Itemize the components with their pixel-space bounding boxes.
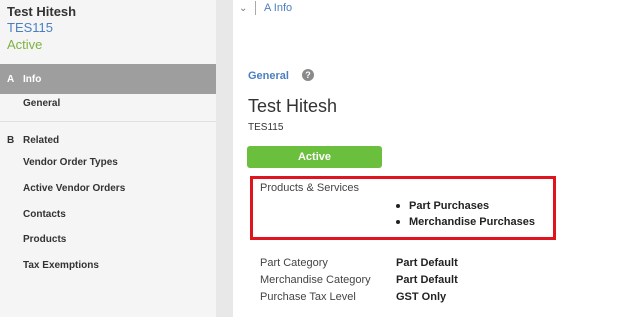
field-label-merchandise-category: Merchandise Category xyxy=(260,274,371,286)
status-button[interactable]: Active xyxy=(247,146,382,168)
panel-gutter xyxy=(216,0,233,317)
sidebar: Test Hitesh TES115 Active A Info General… xyxy=(0,0,216,317)
field-label-purchase-tax-level: Purchase Tax Level xyxy=(260,291,356,303)
sidebar-item-vendor-order-types[interactable]: Vendor Order Types xyxy=(23,157,118,168)
entity-status: Active xyxy=(7,37,43,52)
field-value-purchase-tax-level: GST Only xyxy=(396,291,447,303)
section-label: Info xyxy=(23,73,42,85)
page-title: Test Hitesh xyxy=(248,96,338,116)
section-letter: B xyxy=(7,134,15,146)
breadcrumb-separator xyxy=(255,1,256,15)
general-section-link[interactable]: General xyxy=(248,70,289,82)
list-item-label: Merchandise Purchases xyxy=(409,216,535,228)
section-letter: A xyxy=(7,73,15,85)
sidebar-item-tax-exemptions[interactable]: Tax Exemptions xyxy=(23,260,99,271)
bullet-icon xyxy=(396,204,400,208)
vendor-code: TES115 xyxy=(248,122,284,133)
sidebar-item-contacts[interactable]: Contacts xyxy=(23,209,66,220)
field-label-part-category: Part Category xyxy=(260,257,328,269)
breadcrumb-label[interactable]: A Info xyxy=(264,2,292,14)
bullet-icon xyxy=(396,220,400,224)
list-item: Merchandise Purchases xyxy=(396,214,535,230)
sidebar-item-active-vendor-orders[interactable]: Active Vendor Orders xyxy=(23,183,125,194)
sidebar-item-general[interactable]: General xyxy=(23,98,60,109)
sidebar-divider xyxy=(0,121,216,122)
products-services-label: Products & Services xyxy=(260,182,360,194)
help-icon[interactable]: ? xyxy=(302,69,314,81)
list-item-label: Part Purchases xyxy=(409,200,490,212)
section-header-info[interactable]: A Info xyxy=(0,64,216,94)
chevron-down-icon[interactable]: ⌄ xyxy=(239,3,251,14)
breadcrumb: ⌄ A Info xyxy=(239,0,292,16)
field-value-part-category: Part Default xyxy=(396,257,458,269)
entity-name: Test Hitesh xyxy=(7,4,77,19)
products-services-list: Part Purchases Merchandise Purchases xyxy=(396,198,535,230)
sidebar-item-products[interactable]: Products xyxy=(23,234,66,245)
section-header-related[interactable]: B Related xyxy=(0,125,216,155)
list-item: Part Purchases xyxy=(396,198,535,214)
entity-code: TES115 xyxy=(7,20,54,35)
section-label: Related xyxy=(23,134,60,146)
field-value-merchandise-category: Part Default xyxy=(396,274,458,286)
